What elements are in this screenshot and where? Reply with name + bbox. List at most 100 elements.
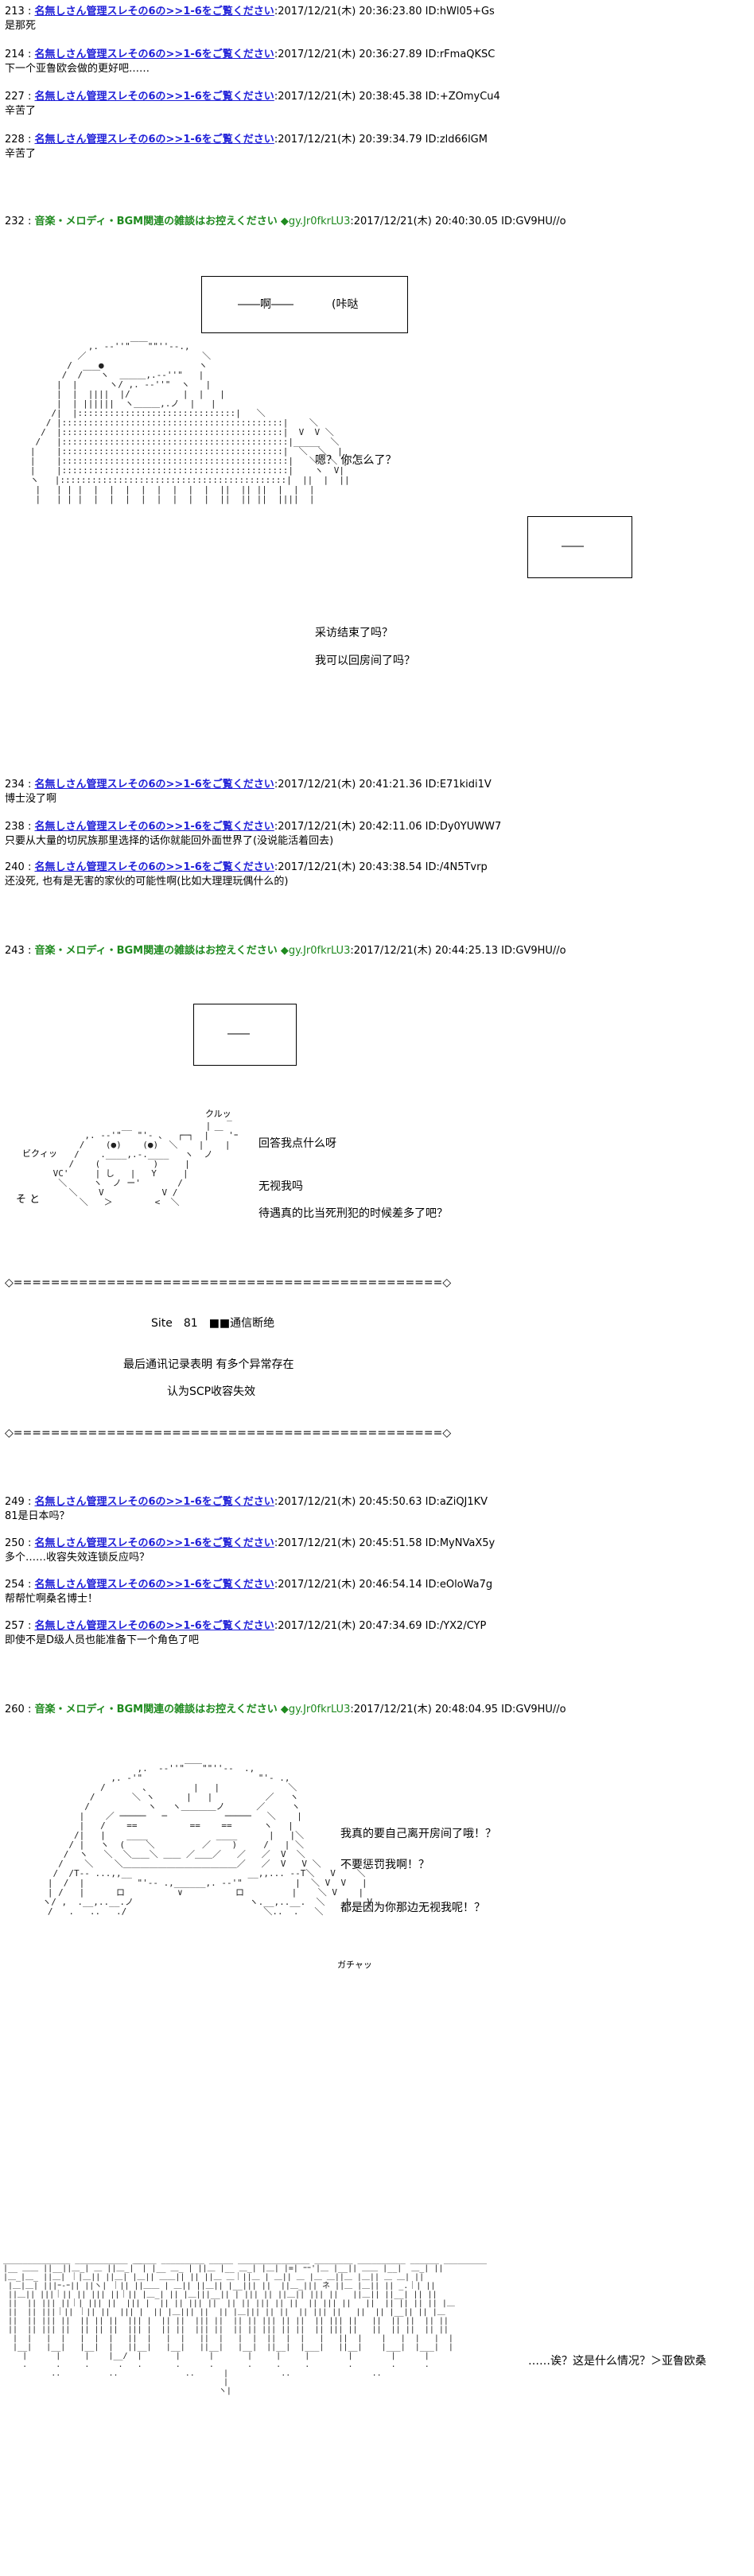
narration-box: ――: [193, 1004, 297, 1066]
box-text: ――: [227, 1028, 250, 1040]
post-number: 227: [5, 91, 25, 103]
post-id: ID:eOloWa7g: [425, 1579, 493, 1591]
post-body: 81是日本吗？: [5, 1510, 70, 1522]
post-id: ID:GV9HU//o: [501, 945, 566, 957]
post-body: 多个……收容失效连锁反应吗？: [5, 1552, 150, 1564]
post-number: 260: [5, 1704, 25, 1715]
post-body: 辛苦了: [5, 105, 37, 117]
post-body: 博士没了啊: [5, 793, 57, 805]
post-body: 只要从大量的切尻族那里选择的话你就能回外面世界了(没说能活着回去): [5, 835, 334, 847]
speech-text: 待遇真的比当死刑犯的时候差多了吧？: [258, 1207, 448, 1220]
poster-name-link[interactable]: 名無しさん管理スレその6の>>1-6をご覧ください: [34, 49, 274, 60]
post-number: 240: [5, 861, 25, 873]
post-234: 234 : 名無しさん管理スレその6の>>1-6をご覧ください:2017/12/…: [5, 779, 492, 805]
post-date: 2017/12/21(木) 20:46:54.14: [278, 1579, 422, 1591]
post-body: 下一个亚鲁欧会做的更好吧……: [5, 63, 150, 75]
notice-text: Site 81 ■■通信断绝: [151, 1317, 275, 1330]
post-body: 还没死, 也有是无害的家伙的可能性啊(比如大理理玩偶什么的): [5, 876, 289, 888]
poster-name-link[interactable]: 名無しさん管理スレその6の>>1-6をご覧ください: [34, 779, 274, 791]
post-body: 即使不是D级人员也能准备下一个角色了吧: [5, 1634, 200, 1646]
post-id: ID:GV9HU//o: [501, 216, 566, 227]
post-date: :2017/12/21(木) 20:44:25.13: [350, 945, 499, 957]
post-id: ID:Dy0YUWW7: [425, 821, 502, 833]
box-text: (咔哒: [332, 298, 359, 311]
speech-text: 不要惩罚我啊！？: [340, 1859, 429, 1871]
post-id: ID:E71kidi1V: [425, 779, 492, 791]
narration-box: ――: [527, 516, 632, 578]
notice-text: 最后通讯记录表明 有多个异常存在: [123, 1358, 294, 1371]
ascii-art-crowd: ______________ ___________ _____ _______…: [3, 2255, 488, 2395]
ascii-art-figure: _ __ | ,. -‐'" "'‐ 、 ┌─┐ | ￣ 'ｰ / (●) (●…: [52, 1111, 239, 1207]
divider: ◇=======================================…: [5, 1427, 452, 1440]
sfx-text: ガチャッ: [337, 1960, 372, 1970]
post-number: 250: [5, 1537, 25, 1549]
post-number: 243: [5, 945, 25, 957]
post-number: 257: [5, 1620, 25, 1632]
post-body: 是那死: [5, 20, 37, 32]
post-number: 232: [5, 216, 25, 227]
poster-name-link[interactable]: 名無しさん管理スレその6の>>1-6をご覧ください: [34, 861, 274, 873]
speech-text: 我可以回房间了吗？: [315, 655, 415, 667]
speech-text: 嗯？ 你怎么了？: [315, 454, 397, 467]
post-238: 238 : 名無しさん管理スレその6の>>1-6をご覧ください:2017/12/…: [5, 821, 502, 847]
notice-text: 认为SCP收容失效: [167, 1385, 256, 1398]
poster-name-link[interactable]: 名無しさん管理スレその6の>>1-6をご覧ください: [34, 1496, 274, 1508]
box-text: ――: [562, 540, 584, 553]
poster-name-link[interactable]: 名無しさん管理スレその6の>>1-6をご覧ください: [34, 1579, 274, 1591]
sfx-text: そ と: [16, 1194, 41, 1206]
post-number: 238: [5, 821, 25, 833]
post-date: 2017/12/21(木) 20:43:38.54: [278, 861, 422, 873]
poster-name-link[interactable]: 名無しさん管理スレその6の>>1-6をご覧ください: [34, 821, 274, 833]
post-232: 232 : 音楽・メロディ・BGM関連の雑談はお控えください ◆gy.Jr0fk…: [5, 216, 566, 227]
poster-name-link[interactable]: 名無しさん管理スレその6の>>1-6をご覧ください: [34, 91, 274, 103]
speech-text: 无视我吗: [258, 1180, 303, 1193]
post-id: ID:GV9HU//o: [501, 1704, 566, 1715]
ascii-art-figure: ,. -‐''"￣￣""''‐-., ／ ＼ / ● ヽ / /￣￣ヽ ＿＿＿,…: [29, 341, 350, 504]
post-date: 2017/12/21(木) 20:45:51.58: [278, 1537, 422, 1549]
post-id: ID:MyNVaX5y: [425, 1537, 496, 1549]
post-date: 2017/12/21(木) 20:39:34.79: [278, 134, 422, 146]
post-id: ID:aZiQJ1KV: [425, 1496, 488, 1508]
poster-name-link[interactable]: 名無しさん管理スレその6の>>1-6をご覧ください: [34, 1537, 274, 1549]
post-date: 2017/12/21(木) 20:36:23.80: [278, 6, 422, 17]
poster-name-link[interactable]: 名無しさん管理スレその6の>>1-6をご覧ください: [34, 1620, 274, 1632]
post-id: ID:+ZOmyCu4: [425, 91, 500, 103]
post-date: :2017/12/21(木) 20:40:30.05: [350, 216, 499, 227]
post-260: 260 : 音楽・メロディ・BGM関連の雑談はお控えください ◆gy.Jr0fk…: [5, 1704, 566, 1715]
narration-box: ――啊―― (咔哒: [201, 276, 408, 333]
post-id: ID:/YX2/CYP: [425, 1620, 487, 1632]
post-date: 2017/12/21(木) 20:41:21.36: [278, 779, 422, 791]
poster-name: 音楽・メロディ・BGM関連の雑談はお控えください: [34, 1704, 278, 1715]
post-214: 214 : 名無しさん管理スレその6の>>1-6をご覧ください:2017/12/…: [5, 49, 496, 75]
ascii-art-figure: ,. -‐''"￣￣""''‐- ., ,. ‐'" "'‐ ., / 、 | …: [42, 1763, 373, 1917]
post-date: :2017/12/21(木) 20:48:04.95: [350, 1704, 499, 1715]
post-257: 257 : 名無しさん管理スレその6の>>1-6をご覧ください:2017/12/…: [5, 1620, 487, 1646]
poster-name: 音楽・メロディ・BGM関連の雑談はお控えください: [34, 216, 278, 227]
poster-name: 音楽・メロディ・BGM関連の雑談はお控えください: [34, 945, 278, 957]
post-date: 2017/12/21(木) 20:38:45.38: [278, 91, 422, 103]
speech-text: ……诶？这是什么情况？＞亚鲁欧桑: [528, 2355, 706, 2368]
post-number: 249: [5, 1496, 25, 1508]
post-date: 2017/12/21(木) 20:47:34.69: [278, 1620, 422, 1632]
post-249: 249 : 名無しさん管理スレその6の>>1-6をご覧ください:2017/12/…: [5, 1496, 488, 1522]
post-227: 227 : 名無しさん管理スレその6の>>1-6をご覧ください:2017/12/…: [5, 91, 500, 117]
post-240: 240 : 名無しさん管理スレその6の>>1-6をご覧ください:2017/12/…: [5, 861, 488, 888]
post-body: 帮帮忙啊桑名博士！: [5, 1593, 99, 1605]
poster-trip: ◆gy.Jr0fkrLU3: [280, 1704, 351, 1715]
post-id: ID:zld66lGM: [425, 134, 488, 146]
post-id: ID:/4N5Tvrp: [425, 861, 488, 873]
box-text: ――啊――: [238, 298, 293, 311]
poster-name-link[interactable]: 名無しさん管理スレその6の>>1-6をご覧ください: [34, 134, 274, 146]
speech-text: 都是因为你那边无视我呢！？: [340, 1902, 485, 1914]
post-date: 2017/12/21(木) 20:36:27.89: [278, 49, 422, 60]
poster-trip: ◆gy.Jr0fkrLU3: [280, 216, 351, 227]
speech-text: 回答我点什么呀: [258, 1137, 336, 1150]
post-number: 214: [5, 49, 25, 60]
post-number: 228: [5, 134, 25, 146]
post-number: 234: [5, 779, 25, 791]
post-213: 213 : 名無しさん管理スレその6の>>1-6をご覧ください:2017/12/…: [5, 6, 495, 32]
poster-name-link[interactable]: 名無しさん管理スレその6の>>1-6をご覧ください: [34, 6, 274, 17]
post-body: 辛苦了: [5, 148, 37, 160]
speech-text: 我真的要自己离开房间了哦！？: [340, 1828, 496, 1840]
post-228: 228 : 名無しさん管理スレその6の>>1-6をご覧ください:2017/12/…: [5, 134, 488, 160]
